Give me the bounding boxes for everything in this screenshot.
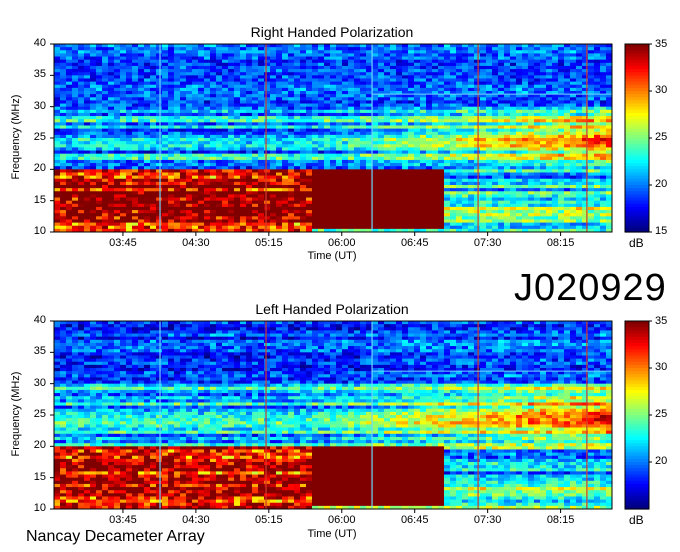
colorbar-tick-label: 15 xyxy=(655,225,668,237)
x-axis-label-bottom: Time (UT) xyxy=(307,528,357,540)
x-tick-label: 08:15 xyxy=(546,514,575,526)
spectrogram-cells-0 xyxy=(54,44,613,233)
x-tick-label: 03:45 xyxy=(109,237,137,249)
x-tick-label: 04:30 xyxy=(182,514,210,526)
spectrogram-cells-1 xyxy=(54,321,613,510)
y-tick-label: 10 xyxy=(33,225,46,237)
colorbar-tick-label: 20 xyxy=(655,455,668,467)
y-tick-label: 20 xyxy=(33,162,46,175)
y-tick-label: 40 xyxy=(33,37,46,49)
x-tick-label: 05:15 xyxy=(255,237,283,249)
x-tick-label: 07:30 xyxy=(473,514,502,526)
x-tick-label: 06:00 xyxy=(327,514,356,526)
y-axis-label-bottom: Frequency (MHz) xyxy=(10,371,22,457)
observation-id: J020929 xyxy=(514,267,667,309)
colorbar-tick-label: 25 xyxy=(655,131,668,143)
x-axis-label-top: Time (UT) xyxy=(307,250,357,262)
colorbar-0 xyxy=(624,43,650,233)
x-tick-label: 03:45 xyxy=(109,514,137,526)
colorbar-tick-label: 35 xyxy=(655,315,668,327)
y-tick-label: 30 xyxy=(33,99,46,112)
y-tick-label: 15 xyxy=(33,193,46,206)
colorbar-tick-label: 30 xyxy=(655,361,668,373)
colorbar-unit-top: dB xyxy=(629,236,644,250)
y-tick-label: 25 xyxy=(33,408,46,420)
x-tick-label: 06:45 xyxy=(400,237,429,249)
y-tick-label: 15 xyxy=(33,470,46,483)
y-tick-label: 25 xyxy=(33,131,46,143)
x-tick-label: 05:15 xyxy=(255,514,283,526)
colorbar-tick-label: 30 xyxy=(655,84,668,96)
chart-title-bottom: Left Handed Polarization xyxy=(255,301,409,317)
colorbar-tick-label: 25 xyxy=(655,408,668,420)
x-tick-label: 07:30 xyxy=(473,237,502,249)
footer-credit: Nancay Decameter Array xyxy=(26,528,205,545)
y-tick-label: 30 xyxy=(33,376,46,389)
spectrogram-page: Right Handed Polarization Time (UT) Freq… xyxy=(0,0,680,552)
colorbar-tick-label: 35 xyxy=(655,38,668,50)
y-axis-label-top: Frequency (MHz) xyxy=(10,94,22,180)
y-tick-label: 40 xyxy=(33,314,46,326)
colorbar-tick-label: 20 xyxy=(655,178,668,190)
x-tick-label: 06:45 xyxy=(400,514,429,526)
y-tick-label: 35 xyxy=(33,345,46,358)
x-tick-label: 06:00 xyxy=(327,237,356,249)
y-tick-label: 20 xyxy=(33,439,46,452)
x-tick-label: 04:30 xyxy=(182,237,210,249)
x-tick-label: 08:15 xyxy=(546,237,575,249)
y-tick-label: 10 xyxy=(33,502,46,514)
colorbar-1 xyxy=(624,320,650,510)
y-tick-label: 35 xyxy=(33,68,46,81)
colorbar-unit-bottom: dB xyxy=(629,513,644,527)
